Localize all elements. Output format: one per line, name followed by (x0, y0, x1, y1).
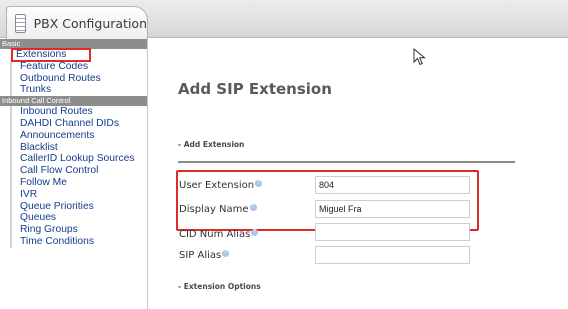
sidebar-item-feature-codes[interactable]: Feature Codes (10, 60, 147, 73)
sidebar-section-inbound-call-control: Inbound Call Control (0, 96, 147, 107)
main-content: Add SIP Extension - Add Extension User E… (149, 39, 568, 309)
sidebar-section-basic: Basic (0, 39, 147, 49)
document-list-icon (15, 13, 26, 33)
sidebar-item-inbound-routes[interactable]: Inbound Routes (10, 106, 147, 118)
cid-num-alias-label: CID Num Alias? (179, 229, 259, 240)
user-extension-input[interactable]: 804 (315, 176, 470, 194)
tab-pbx-configuration[interactable]: PBX Configuration (6, 6, 148, 39)
section-add-extension: - Add Extension (178, 140, 245, 149)
sidebar-item-time-conditions[interactable]: Time Conditions (10, 235, 147, 248)
sip-alias-label: SIP Alias? (179, 250, 230, 261)
display-name-label: Display Name? (179, 204, 257, 215)
sidebar-item-ring-groups[interactable]: Ring Groups (10, 224, 147, 236)
sidebar-item-queues[interactable]: Queues (10, 212, 147, 225)
sidebar-item-dahdi-channel-dids[interactable]: DAHDI Channel DIDs (10, 117, 147, 130)
sidebar-item-ivr[interactable]: IVR (10, 188, 147, 201)
sidebar-item-announcements[interactable]: Announcements (10, 129, 147, 142)
help-icon[interactable]: ? (249, 204, 257, 211)
section-divider (178, 161, 515, 163)
help-icon[interactable]: ? (251, 229, 259, 236)
sidebar-item-callerid-lookup-sources[interactable]: CallerID Lookup Sources (10, 153, 147, 166)
tab-label: PBX Configuration (33, 15, 147, 31)
sidebar-item-trunks[interactable]: Trunks (10, 84, 147, 97)
user-extension-label: User Extension? (179, 180, 263, 191)
sidebar: Basic Extensions Feature Codes Outbound … (0, 39, 148, 309)
page-title: Add SIP Extension (178, 80, 332, 98)
top-tab-bar: PBX Configuration (0, 0, 568, 39)
display-name-input[interactable]: Miguel Fra (315, 200, 470, 218)
help-icon[interactable]: ? (222, 250, 230, 257)
sidebar-item-call-flow-control[interactable]: Call Flow Control (10, 165, 147, 177)
sidebar-item-extensions[interactable]: Extensions (11, 48, 91, 62)
section-extension-options: - Extension Options (178, 282, 261, 291)
sidebar-item-queue-priorities[interactable]: Queue Priorities (10, 200, 147, 213)
sip-alias-input[interactable] (315, 246, 470, 264)
cid-num-alias-input[interactable] (315, 223, 470, 241)
sidebar-item-outbound-routes[interactable]: Outbound Routes (10, 72, 147, 85)
mouse-pointer-icon (413, 48, 426, 66)
sidebar-item-follow-me[interactable]: Follow Me (10, 176, 147, 189)
sidebar-item-blacklist[interactable]: Blacklist (10, 141, 147, 154)
help-icon[interactable]: ? (255, 180, 263, 187)
